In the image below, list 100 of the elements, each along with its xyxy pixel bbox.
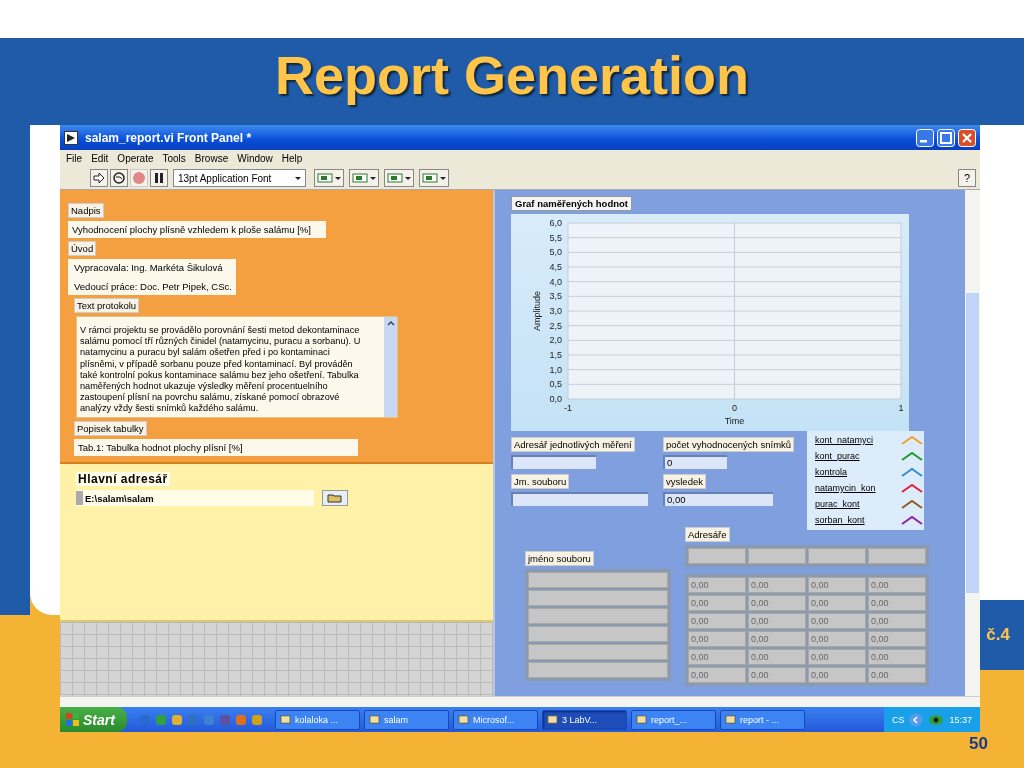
font-dropdown[interactable]: 13pt Application Font — [173, 169, 306, 187]
text-line: Vedoucí práce: Doc. Petr Pipek, CSc. — [74, 281, 232, 292]
table-cell: 0,00 — [808, 595, 866, 611]
table-cell: 0,00 — [868, 577, 926, 593]
y-tick-label: 6,0 — [549, 218, 562, 228]
page-number: 50 — [969, 734, 988, 754]
path-field[interactable]: E:\salam\salam — [76, 490, 314, 506]
close-icon[interactable] — [958, 128, 976, 147]
field-label: Text protokolu — [74, 298, 140, 313]
browse-button[interactable] — [322, 490, 348, 506]
indicator-field: 0,00 — [663, 492, 773, 506]
table-cell: 0,00 — [868, 595, 926, 611]
text-field[interactable]: Vyhodnocení plochy plísně vzhledem k ploše salámu [%] — [68, 221, 326, 238]
scrollbar[interactable] — [965, 190, 980, 696]
legend-label[interactable]: purac_kont — [815, 499, 860, 509]
table-cell: 0,00 — [808, 667, 866, 683]
array-label: jméno souboru — [525, 551, 594, 566]
chevron-icon[interactable] — [909, 712, 924, 727]
align-icon[interactable] — [314, 169, 344, 187]
menu-item[interactable]: Edit — [91, 153, 109, 164]
table-cell: 0,00 — [808, 649, 866, 665]
table-cell: 0,00 — [748, 613, 806, 629]
table-cell: 0,00 — [688, 613, 746, 629]
table-cell: 0,00 — [688, 649, 746, 665]
table-cell: 0,00 — [808, 613, 866, 629]
y-tick-label: 2,5 — [549, 320, 562, 331]
window-icon — [368, 714, 380, 725]
text-line: Vypracovala: Ing. Markéta Šikulová — [74, 262, 224, 273]
array-label: Adresáře — [685, 527, 730, 542]
help-button[interactable]: ? — [958, 169, 976, 187]
legend-label[interactable]: kontrola — [815, 467, 848, 477]
app-icon — [64, 130, 78, 145]
menu-item[interactable]: Window — [237, 153, 273, 164]
quick-launch-icon[interactable] — [250, 713, 263, 726]
table-cell: 0,00 — [688, 595, 746, 611]
window-icon — [546, 714, 558, 725]
folder-icon — [327, 493, 343, 503]
y-tick-label: 3,5 — [549, 291, 562, 302]
clock: 15:37 — [949, 714, 972, 725]
y-tick-label: 3,0 — [549, 306, 562, 316]
taskbar-button[interactable]: report_... — [630, 709, 716, 730]
field-label: Popisek tabulky — [74, 421, 147, 436]
indicator-field: 0 — [663, 455, 727, 469]
y-tick-label: 5,0 — [549, 247, 562, 258]
window-icon — [457, 714, 469, 725]
text-field[interactable]: Tab.1: Tabulka hodnot plochy plísní [%] — [74, 439, 358, 456]
y-tick-label: 0,0 — [549, 394, 562, 404]
legend-label[interactable]: kont_purac — [815, 451, 860, 461]
menu-item[interactable]: Help — [281, 153, 303, 164]
resize-icon[interactable] — [384, 169, 414, 187]
run-arrow-icon[interactable] — [90, 169, 108, 187]
legend-label[interactable]: kont_natamyci — [815, 435, 874, 445]
x-tick-label: -1 — [564, 403, 572, 413]
reorder-icon[interactable] — [419, 169, 449, 187]
table-cell: 0,00 — [748, 649, 806, 665]
table-cell: 0,00 — [688, 667, 746, 683]
window-icon — [724, 714, 736, 725]
scrollbar[interactable] — [60, 696, 980, 707]
field-label: Adresář jednotlivých měření — [511, 437, 635, 452]
menu-item[interactable]: Tools — [162, 153, 186, 164]
y-tick-label: 4,5 — [549, 262, 562, 272]
taskbar-button[interactable]: Microsof... — [452, 709, 538, 730]
table-cell: 0,00 — [748, 595, 806, 611]
y-tick-label: 4,0 — [549, 276, 562, 287]
field-label: Hlavní adresář — [76, 472, 170, 486]
eye-icon[interactable] — [928, 713, 945, 726]
windows-logo-icon — [66, 713, 79, 726]
section-label: č.4 — [986, 625, 1010, 645]
y-tick-label: 1,0 — [549, 364, 562, 375]
taskbar-button[interactable]: 3 LabV... — [541, 709, 627, 730]
quick-launch-icon[interactable] — [170, 713, 183, 726]
maximize-icon[interactable] — [937, 128, 955, 147]
array-element — [868, 548, 926, 564]
start-button[interactable]: Start — [60, 707, 127, 732]
menu-item[interactable]: File — [66, 153, 83, 164]
taskbar-button[interactable]: report - ... — [719, 709, 805, 730]
legend-label[interactable]: natamycin_kon — [815, 483, 876, 493]
scroll-up-icon[interactable] — [385, 319, 396, 327]
y-axis-title: Amplitude — [532, 291, 542, 331]
slide-title: Report Generation — [274, 44, 750, 106]
array-element — [748, 548, 806, 564]
x-axis-title: Time — [724, 416, 745, 426]
menu-item[interactable]: Operate — [117, 153, 154, 164]
table-cell: 0,00 — [868, 631, 926, 647]
minimize-icon[interactable] — [916, 128, 934, 147]
y-tick-label: 2,0 — [549, 335, 562, 346]
taskbar-button[interactable]: kolaloka ... — [274, 709, 360, 730]
run-continuously-icon[interactable] — [110, 169, 128, 187]
distribute-icon[interactable] — [349, 169, 379, 187]
taskbar-button[interactable]: salam — [363, 709, 449, 730]
field-label: Nadpis — [68, 203, 104, 218]
legend-label[interactable]: sorban_kont — [815, 515, 865, 525]
field-label: Jm. souboru — [511, 474, 570, 489]
scrollbar[interactable] — [384, 317, 397, 417]
table-cell: 0,00 — [808, 631, 866, 647]
menu-item[interactable]: Browse — [194, 153, 229, 164]
array-element — [808, 548, 866, 564]
pause-icon[interactable] — [150, 169, 168, 187]
window-icon — [635, 714, 647, 725]
graph-title: Graf naměřených hodnot — [511, 196, 632, 211]
